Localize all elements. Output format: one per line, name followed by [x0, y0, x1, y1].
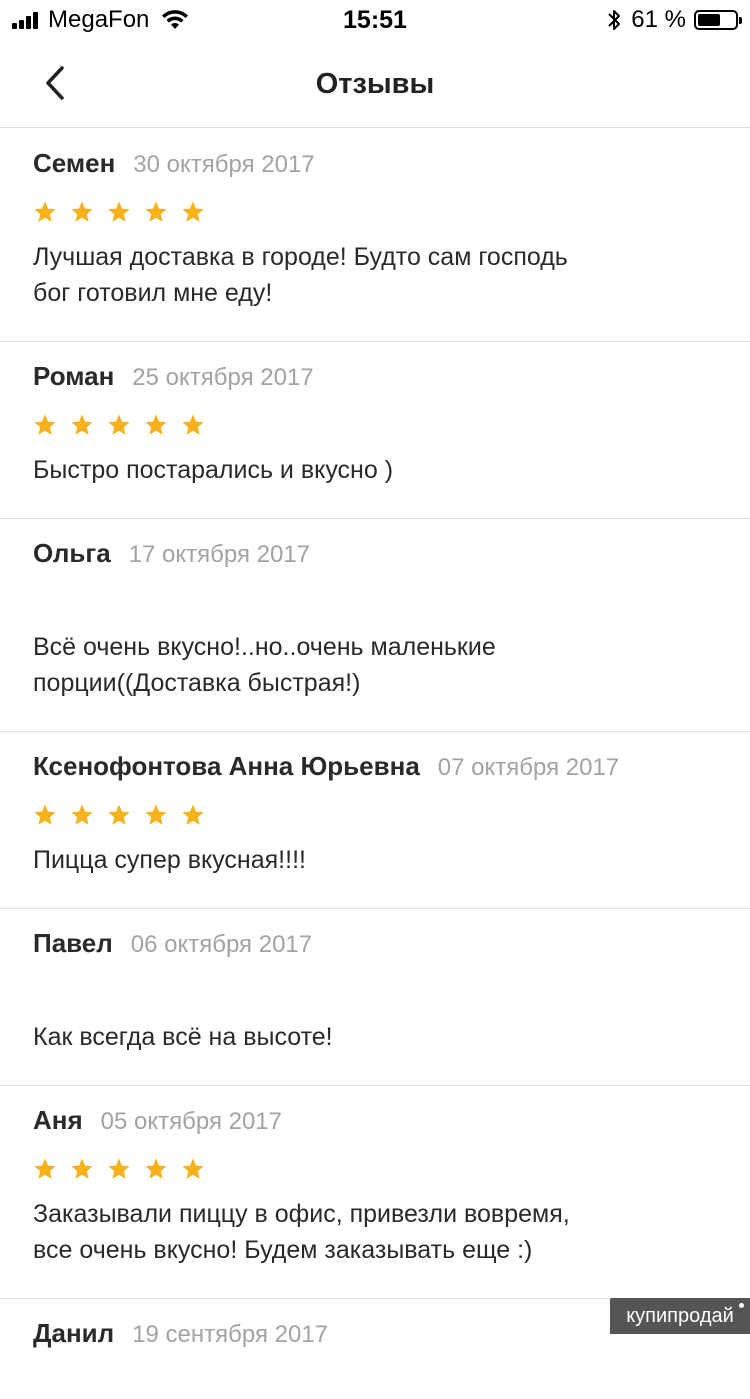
review-date: 07 октября 2017 [437, 754, 620, 781]
review-item: Ксенофонтова Анна Юрьевна 07 октября 2017… [0, 732, 750, 909]
star-icon [107, 200, 144, 224]
reviewer-name: Аня [33, 1105, 83, 1135]
reviewer-name: Ольга [33, 538, 111, 568]
rating-placeholder [33, 585, 716, 619]
review-text: Как всегда всё на высоте! [33, 1023, 333, 1051]
page-title: Отзывы [315, 68, 435, 100]
reviewer-name: Павел [33, 928, 113, 958]
review-header: Ольга 17 октября 2017 [33, 537, 716, 571]
review-text: Всё очень вкусно!..но..очень маленькие п… [33, 633, 496, 697]
star-icon [144, 1157, 181, 1181]
rating-placeholder [33, 975, 716, 1009]
star-icon [181, 413, 218, 437]
star-icon [33, 200, 70, 224]
review-date: 05 октября 2017 [100, 1108, 283, 1135]
review-item: Павел 06 октября 2017 Как всегда всё на вы… [0, 909, 750, 1086]
review-date: 25 октября 2017 [132, 364, 314, 391]
reviewer-name: Семен [33, 148, 116, 178]
bluetooth-icon [607, 8, 621, 32]
star-rating [33, 798, 716, 832]
battery-level [698, 14, 720, 26]
star-icon [181, 200, 218, 224]
review-list[interactable]: Семен 30 октября 2017 Лучшая доставка в го… [0, 129, 750, 1399]
review-text: Быстро постарались и вкусно ) [33, 456, 394, 484]
reviewer-name: Ксенофонтова Анна Юрьевна [33, 751, 420, 781]
status-right: 61 % [607, 6, 742, 34]
battery-icon [694, 10, 742, 30]
reviewer-name: Роман [33, 361, 115, 391]
review-item: Аня 05 октября 2017 Заказывали пиццу в офи… [0, 1086, 750, 1299]
star-icon [144, 200, 181, 224]
star-icon [144, 413, 181, 437]
star-rating [33, 1152, 716, 1186]
review-text: Лучшая доставка в городе! Будто сам госп… [33, 243, 568, 307]
star-icon [70, 200, 107, 224]
reviewer-name: Данил [33, 1318, 115, 1348]
star-icon [107, 1157, 144, 1181]
star-icon [181, 803, 218, 827]
star-icon [70, 803, 107, 827]
status-bar: MegaFon 15:51 61 % [0, 0, 750, 40]
review-date: 17 октября 2017 [128, 541, 311, 568]
review-text: Заказывали пиццу в офис, привезли воврем… [33, 1200, 570, 1264]
nav-bar: Отзывы [0, 40, 750, 128]
review-header: Аня 05 октября 2017 [33, 1104, 716, 1138]
star-icon [107, 803, 144, 827]
review-date: 06 октября 2017 [130, 931, 313, 958]
star-icon [70, 413, 107, 437]
star-rating [33, 195, 716, 229]
review-date: 30 октября 2017 [133, 151, 315, 178]
review-item: Семен 30 октября 2017 Лучшая доставка в го… [0, 129, 750, 342]
review-header: Ксенофонтова Анна Юрьевна 07 октября 2017 [33, 750, 716, 784]
star-icon [33, 803, 70, 827]
review-date: 19 сентября 2017 [132, 1321, 329, 1348]
star-icon [144, 803, 181, 827]
review-item: Роман 25 октября 2017 Быстро постарались и… [0, 342, 750, 519]
rating-placeholder [33, 1365, 716, 1399]
review-header: Роман 25 октября 2017 [33, 360, 716, 394]
star-rating [33, 408, 716, 442]
star-icon [107, 413, 144, 437]
star-icon [70, 1157, 107, 1181]
star-icon [181, 1157, 218, 1181]
watermark: купипродай [610, 1298, 750, 1334]
review-header: Семен 30 октября 2017 [33, 147, 716, 181]
star-icon [33, 413, 70, 437]
star-icon [33, 1157, 70, 1181]
review-text: Пицца супер вкусная!!!! [33, 846, 306, 874]
review-header: Павел 06 октября 2017 [33, 927, 716, 961]
battery-percent: 61 % [631, 6, 686, 33]
review-item: Ольга 17 октября 2017 Всё очень вкусно!..н… [0, 519, 750, 732]
